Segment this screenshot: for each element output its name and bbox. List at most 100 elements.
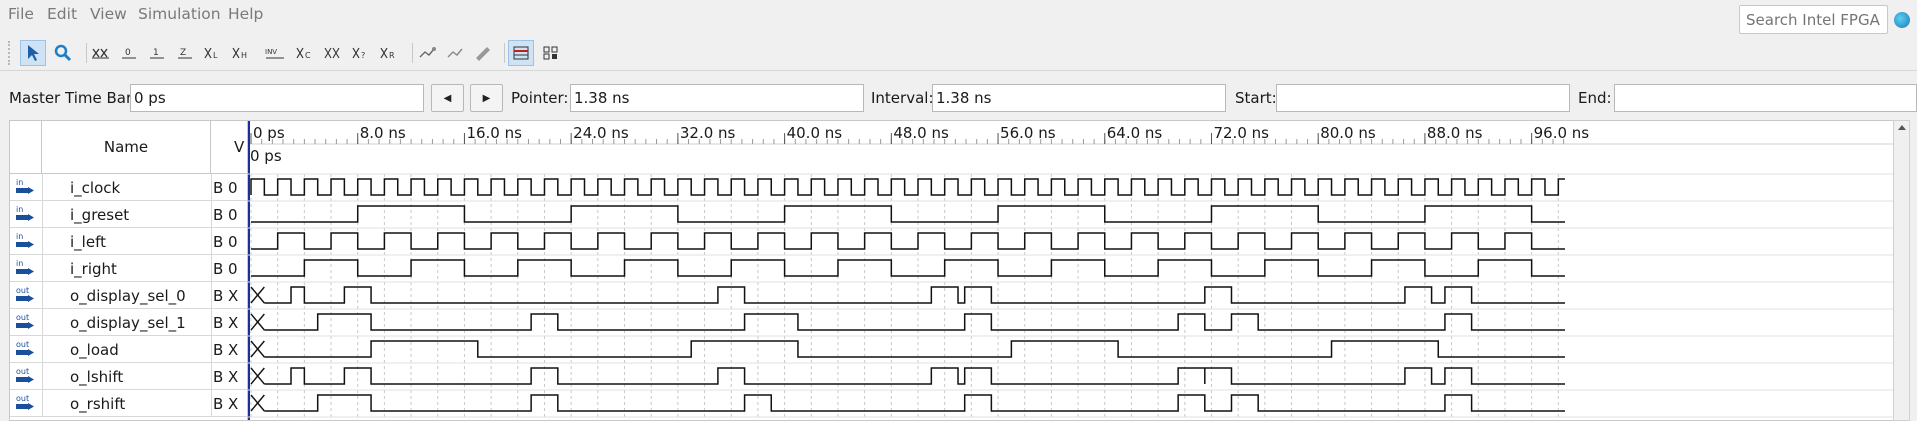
input-pin-icon: in (13, 259, 35, 277)
selection-tool-icon[interactable] (20, 40, 46, 66)
insert-node-icon[interactable] (414, 40, 440, 66)
time-bar-row: Master Time Bar: 0 ps ◀ ▶ Pointer: 1.38 … (0, 82, 1917, 114)
waveform-trace-o_lshift (264, 367, 1565, 385)
input-pin-icon: in (13, 178, 35, 196)
input-pin-icon: in (13, 205, 35, 223)
table-row[interactable]: in i_right B 0 (10, 255, 250, 282)
signal-name: i_greset (70, 206, 130, 224)
unknown-value-mark (250, 313, 265, 331)
force-weak-low-icon[interactable]: L (200, 40, 226, 66)
table-row[interactable]: out o_display_sel_1 B X (10, 309, 250, 336)
svg-text:R: R (389, 51, 395, 60)
end-field[interactable] (1614, 84, 1917, 112)
column-divider (42, 255, 43, 282)
force-high-impedance-icon[interactable]: Z (172, 40, 198, 66)
pin-direction-label: in (16, 205, 24, 214)
waveform-trace-i_right (251, 259, 1565, 277)
delete-node-icon[interactable] (442, 40, 468, 66)
column-divider (42, 201, 43, 228)
pin-direction-label: out (16, 340, 30, 349)
previous-transition-button[interactable]: ◀ (431, 84, 464, 112)
globe-icon[interactable] (1894, 12, 1910, 28)
menu-simulation[interactable]: Simulation (138, 5, 221, 23)
time-label: 8.0 ns (360, 124, 406, 142)
start-field[interactable] (1276, 84, 1570, 112)
signal-value: B X (213, 314, 239, 332)
signal-value: B X (213, 287, 239, 305)
force-low-icon[interactable]: 0 (116, 40, 142, 66)
search-input[interactable] (1739, 5, 1888, 34)
icon-column-header[interactable] (10, 121, 42, 174)
name-column-header[interactable]: Name (42, 121, 211, 174)
value-column-header[interactable]: V (234, 138, 244, 156)
menu-edit[interactable]: Edit (47, 5, 77, 23)
signal-table: Name V in i_clock B 0 in i_greset B 0 in i_left… (9, 120, 250, 421)
column-divider (211, 390, 212, 417)
invert-icon[interactable]: INV (262, 40, 288, 66)
grouped-icon[interactable] (538, 40, 564, 66)
next-transition-button[interactable]: ▶ (470, 84, 503, 112)
svg-text:1: 1 (153, 48, 159, 58)
table-row[interactable]: in i_clock B 0 (10, 174, 250, 201)
column-divider (42, 282, 43, 309)
toolbar-separator (86, 43, 87, 63)
waveform-canvas[interactable]: 0 ps 8.0 ns 16.0 ns 24.0 ns 32.0 ns 40.0 ns 48… (248, 121, 1903, 421)
interval-label: Interval: (871, 89, 934, 107)
column-divider (42, 228, 43, 255)
signal-value: B 0 (213, 206, 238, 224)
waveform-panel[interactable]: 0 ps 8.0 ns 16.0 ns 24.0 ns 32.0 ns 40.0 ns 48… (247, 120, 1903, 421)
forcing-unknown-icon[interactable] (88, 40, 114, 66)
zoom-tool-icon[interactable] (50, 40, 76, 66)
arbitrary-value-icon[interactable]: ? (348, 40, 374, 66)
waveform-trace-o_load (264, 340, 1565, 358)
column-divider (211, 363, 212, 390)
time-label: 16.0 ns (466, 124, 522, 142)
column-divider (211, 336, 212, 363)
master-time-bar-field[interactable]: 0 ps (130, 84, 424, 112)
signal-value: B X (213, 395, 239, 413)
time-label: 88.0 ns (1427, 124, 1483, 142)
time-label: 32.0 ns (680, 124, 736, 142)
edit-node-icon[interactable] (470, 40, 496, 66)
scroll-up-icon[interactable] (1898, 125, 1906, 130)
menu-file[interactable]: File (8, 5, 34, 23)
unknown-value-mark (250, 340, 265, 358)
snap-to-grid-icon[interactable] (508, 40, 534, 66)
signal-value: B 0 (213, 233, 238, 251)
time-label: 0 ps (253, 124, 285, 142)
toolbar-grip[interactable] (8, 41, 14, 65)
time-label: 40.0 ns (787, 124, 843, 142)
input-pin-icon: in (13, 232, 35, 250)
unknown-value-mark (250, 286, 265, 304)
count-value-icon[interactable]: C (292, 40, 318, 66)
table-row[interactable]: out o_display_sel_0 B X (10, 282, 250, 309)
waveform-trace-i_clock (250, 178, 1565, 196)
pin-direction-label: in (16, 259, 24, 268)
column-divider (42, 336, 43, 363)
signal-value: B X (213, 341, 239, 359)
table-row[interactable]: out o_load B X (10, 336, 250, 363)
force-weak-high-icon[interactable]: H (228, 40, 254, 66)
signal-name: o_rshift (70, 395, 126, 413)
vertical-scrollbar[interactable] (1893, 120, 1910, 421)
svg-text:Z: Z (180, 48, 186, 58)
menu-help[interactable]: Help (228, 5, 263, 23)
forcing-clock-icon[interactable] (320, 40, 346, 66)
table-row[interactable]: in i_greset B 0 (10, 201, 250, 228)
table-row[interactable]: out o_rshift B X (10, 390, 250, 417)
column-divider (42, 390, 43, 417)
random-values-icon[interactable]: R (376, 40, 402, 66)
output-pin-icon: out (13, 394, 35, 412)
toolbar-separator (504, 43, 505, 63)
menu-view[interactable]: View (90, 5, 127, 23)
table-row[interactable]: out o_lshift B X (10, 363, 250, 390)
waveform-trace-i_greset (251, 205, 1565, 223)
signal-name: i_clock (70, 179, 121, 197)
force-high-icon[interactable]: 1 (144, 40, 170, 66)
svg-text:0: 0 (125, 48, 131, 58)
column-divider (42, 363, 43, 390)
svg-text:L: L (213, 51, 218, 60)
master-time-bar-label: Master Time Bar: (9, 89, 137, 107)
table-row[interactable]: in i_left B 0 (10, 228, 250, 255)
menu-bar: File Edit View Simulation Help (0, 0, 1917, 34)
